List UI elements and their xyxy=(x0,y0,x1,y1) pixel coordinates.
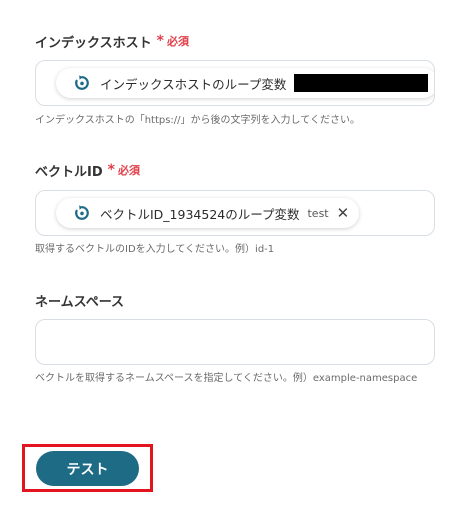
required-star: * xyxy=(107,162,115,178)
vector-id-label-row: ベクトルID * 必須 xyxy=(35,160,435,180)
namespace-label: ネームスペース xyxy=(35,294,125,310)
loop-icon xyxy=(72,73,92,93)
vector-id-label: ベクトルID xyxy=(35,164,103,180)
close-icon[interactable]: ✕ xyxy=(337,205,350,221)
redacted-value xyxy=(294,74,429,92)
required-text: 必須 xyxy=(117,164,140,177)
required-star: * xyxy=(156,33,164,49)
index-host-field: インデックスホスト * 必須 インデックスホストのループ変数 インデックスホスト… xyxy=(35,31,435,126)
namespace-field: ネームスペース ベクトルを取得するネームスペースを指定してください。例）exam… xyxy=(35,290,435,384)
index-host-help: インデックスホストの「https://」から後の文字列を入力してください。 xyxy=(35,115,360,126)
namespace-input[interactable] xyxy=(35,319,435,365)
chip-label: インデックスホストのループ変数 xyxy=(100,76,287,92)
vector-id-input[interactable]: ベクトルID_1934524のループ変数 test ✕ xyxy=(35,190,435,236)
index-host-variable-chip[interactable]: インデックスホストのループ変数 xyxy=(56,68,434,98)
index-host-label: インデックスホスト xyxy=(35,35,152,51)
chip-value: test xyxy=(307,206,329,220)
vector-id-variable-chip[interactable]: ベクトルID_1934524のループ変数 test ✕ xyxy=(56,198,360,228)
test-button[interactable]: テスト xyxy=(36,451,139,486)
namespace-help: ベクトルを取得するネームスペースを指定してください。例）example-name… xyxy=(35,373,418,384)
index-host-label-row: インデックスホスト * 必須 xyxy=(35,31,435,51)
index-host-input[interactable]: インデックスホストのループ変数 xyxy=(35,60,435,106)
chip-label: ベクトルID_1934524のループ変数 xyxy=(100,206,300,222)
namespace-label-row: ネームスペース xyxy=(35,290,435,310)
vector-id-field: ベクトルID * 必須 ベクトルID_1934524のループ変数 test ✕ … xyxy=(35,160,435,255)
loop-icon xyxy=(72,203,92,223)
vector-id-help: 取得するベクトルのIDを入力してください。例）id-1 xyxy=(35,244,275,255)
required-text: 必須 xyxy=(166,35,189,48)
